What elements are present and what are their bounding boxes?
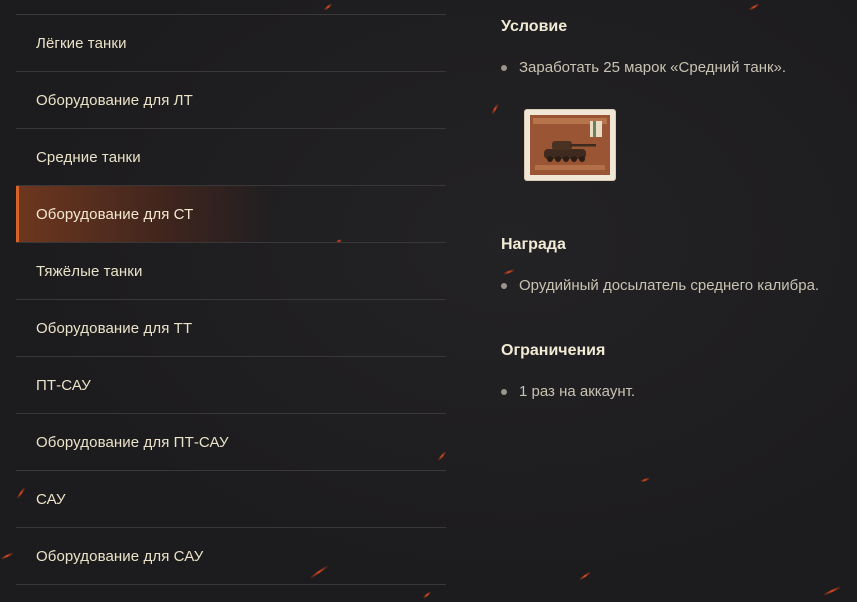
menu-item-medium-tanks[interactable]: Средние танки (16, 129, 446, 186)
condition-item: Заработать 25 марок «Средний танк». (501, 59, 786, 76)
category-menu: Лёгкие танки Оборудование для ЛТ Средние… (16, 14, 446, 585)
ember-decoration (639, 477, 651, 483)
menu-item-heavy-tanks[interactable]: Тяжёлые танки (16, 243, 446, 300)
menu-item-lt-equipment[interactable]: Оборудование для ЛТ (16, 72, 446, 129)
tank-stamp-icon (525, 110, 615, 180)
menu-item-label: Оборудование для ТТ (36, 319, 193, 337)
menu-item-ht-equipment[interactable]: Оборудование для ТТ (16, 300, 446, 357)
reward-title: Награда (501, 236, 566, 253)
ember-decoration (323, 3, 333, 11)
ember-decoration (491, 103, 499, 115)
reward-item: Орудийный досылатель среднего калибра. (501, 277, 819, 294)
menu-item-td-equipment[interactable]: Оборудование для ПТ-САУ (16, 414, 446, 471)
condition-title: Условие (501, 18, 568, 35)
page: Лёгкие танки Оборудование для ЛТ Средние… (0, 0, 857, 602)
limits-item: 1 раз на аккаунт. (501, 383, 635, 400)
ember-decoration (422, 591, 432, 599)
ember-decoration (503, 269, 515, 275)
ember-decoration (578, 571, 592, 581)
bullet-icon (501, 388, 507, 395)
menu-item-label: Оборудование для САУ (36, 547, 204, 565)
menu-item-label: Оборудование для ЛТ (36, 91, 193, 109)
menu-item-label: Оборудование для СТ (36, 205, 194, 223)
menu-item-label: Лёгкие танки (36, 34, 127, 52)
menu-item-td[interactable]: ПТ-САУ (16, 357, 446, 414)
menu-item-label: Средние танки (36, 148, 141, 166)
ember-decoration (0, 552, 14, 560)
limits-title: Ограничения (501, 342, 606, 359)
menu-item-label: ПТ-САУ (36, 376, 91, 394)
bullet-icon (501, 64, 507, 71)
menu-item-light-tanks[interactable]: Лёгкие танки (16, 15, 446, 72)
tank-silhouette-icon (530, 115, 610, 175)
menu-item-label: Тяжёлые танки (36, 262, 143, 280)
menu-item-spg[interactable]: САУ (16, 471, 446, 528)
ember-decoration (748, 3, 760, 11)
ember-decoration (822, 585, 842, 597)
menu-item-label: Оборудование для ПТ-САУ (36, 433, 229, 451)
condition-text: Заработать 25 марок «Средний танк». (519, 59, 787, 76)
menu-item-spg-equipment[interactable]: Оборудование для САУ (16, 528, 446, 585)
menu-item-mt-equipment[interactable]: Оборудование для СТ (16, 186, 446, 243)
menu-item-label: САУ (36, 490, 66, 508)
bullet-icon (501, 282, 507, 289)
reward-text: Орудийный досылатель среднего калибра. (519, 277, 820, 294)
limits-text: 1 раз на аккаунт. (519, 383, 635, 400)
